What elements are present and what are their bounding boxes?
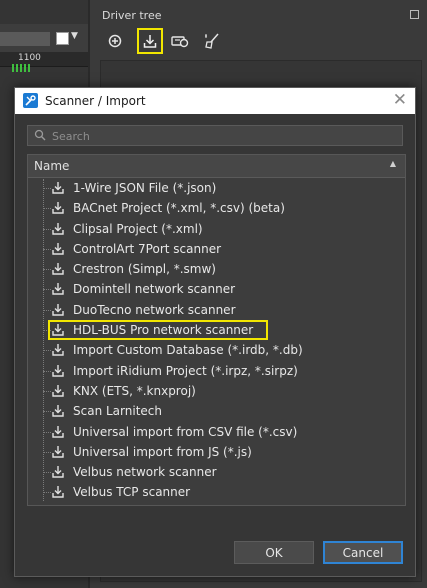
import-icon	[52, 343, 64, 359]
list-item-label: KNX (ETS, *.knxproj)	[73, 383, 196, 398]
list-item[interactable]: 1-Wire JSON File (*.json)	[28, 178, 405, 198]
device-button[interactable]	[167, 28, 193, 54]
import-icon	[52, 465, 64, 481]
column-header-label: Name	[34, 159, 70, 173]
ruler-label: 1100	[18, 53, 41, 63]
list-item[interactable]: Velbus TCP scanner	[28, 482, 405, 502]
tree-connector	[43, 208, 51, 210]
sort-ascending-icon: ▲	[389, 159, 396, 168]
tree-connector	[43, 492, 51, 494]
list-item-label: 1-Wire JSON File (*.json)	[73, 181, 217, 195]
import-icon	[52, 222, 64, 238]
clean-icon	[205, 33, 219, 49]
scanner-import-dialog: Scanner / Import ✕ Name ▲ 1-Wire JSON Fi…	[14, 87, 416, 577]
list-item[interactable]: Universal import from CSV file (*.csv)	[28, 422, 405, 442]
import-icon	[52, 181, 64, 197]
list-item[interactable]: Domintell network scanner	[28, 279, 405, 299]
list-items: 1-Wire JSON File (*.json) BACnet Project …	[28, 178, 405, 503]
import-button[interactable]	[137, 28, 163, 54]
import-icon	[143, 35, 157, 48]
tree-connector	[43, 289, 51, 291]
import-icon	[52, 282, 64, 298]
editor-toolbar-field[interactable]	[0, 32, 50, 46]
list-item[interactable]: Clipsal Project (*.xml)	[28, 219, 405, 239]
close-icon[interactable]: ✕	[393, 90, 407, 110]
color-swatch[interactable]	[56, 32, 69, 45]
tree-connector	[43, 431, 51, 433]
import-icon	[52, 404, 64, 420]
restore-icon[interactable]	[410, 10, 419, 19]
clean-button[interactable]	[199, 28, 225, 54]
tree-connector	[43, 188, 51, 189]
search-icon	[34, 129, 46, 141]
list-item[interactable]: ControlArt 7Port scanner	[28, 239, 405, 259]
tree-connector	[43, 451, 51, 453]
import-icon	[52, 384, 64, 400]
import-icon	[52, 425, 64, 441]
list-item-label: Import Custom Database (*.irdb, *.db)	[73, 343, 303, 358]
list-item-label: Scan Larnitech	[73, 404, 162, 419]
list-item[interactable]: KNX (ETS, *.knxproj)	[28, 381, 405, 401]
ok-button[interactable]: OK	[234, 541, 314, 564]
list-item-label: Crestron (Simpl, *.smw)	[73, 262, 216, 277]
tree-connector	[43, 309, 51, 311]
import-icon	[52, 303, 64, 319]
tree-connector	[43, 411, 51, 413]
import-icon	[52, 262, 64, 278]
import-icon	[52, 364, 64, 380]
tree-connector	[43, 390, 51, 392]
list-item[interactable]: Crestron (Simpl, *.smw)	[28, 259, 405, 279]
list-item-label: Import iRidium Project (*.irpz, *.sirpz)	[73, 363, 298, 378]
list-item[interactable]: Scan Larnitech	[28, 401, 405, 421]
import-icon	[52, 201, 64, 217]
list-item[interactable]: Universal import from JS (*.js)	[28, 442, 405, 462]
search-box[interactable]	[27, 125, 403, 146]
list-item[interactable]: Import Custom Database (*.irdb, *.db)	[28, 340, 405, 360]
ruler-marker	[12, 64, 32, 72]
list-item[interactable]: Velbus network scanner	[28, 462, 405, 482]
add-button[interactable]	[102, 28, 128, 54]
tree-connector	[43, 228, 51, 230]
list-item[interactable]: HDL-BUS Pro network scanner	[28, 320, 405, 341]
tree-connector	[43, 350, 51, 352]
list-item-label: Universal import from CSV file (*.csv)	[73, 424, 298, 439]
add-icon	[108, 34, 122, 48]
list-item-label: DuoTecno network scanner	[73, 302, 236, 317]
app-icon	[23, 93, 38, 108]
list-item[interactable]: DuoTecno network scanner	[28, 300, 405, 320]
list-item-label: Clipsal Project (*.xml)	[73, 221, 203, 236]
dialog-title: Scanner / Import	[45, 94, 146, 108]
cancel-button[interactable]: Cancel	[323, 541, 403, 564]
list-item-label: Domintell network scanner	[73, 282, 236, 297]
tree-connector	[43, 269, 51, 271]
list-item-label: ControlArt 7Port scanner	[73, 241, 222, 256]
column-header-name[interactable]: Name ▲	[28, 155, 405, 178]
list-item[interactable]: Import iRidium Project (*.irpz, *.sirpz)	[28, 361, 405, 381]
list-item-label: BACnet Project (*.xml, *.csv) (beta)	[73, 201, 285, 216]
dialog-titlebar[interactable]: Scanner / Import ✕	[15, 88, 415, 114]
tree-connector	[43, 248, 51, 250]
list-item-label: Velbus TCP scanner	[73, 485, 191, 500]
scanner-list: Name ▲ 1-Wire JSON File (*.json) BACnet P…	[27, 154, 406, 506]
device-icon	[171, 36, 189, 48]
editor-toolbar: ▼	[0, 24, 90, 52]
import-icon	[52, 485, 64, 501]
list-item-label: Universal import from JS (*.js)	[73, 444, 252, 459]
list-item[interactable]: BACnet Project (*.xml, *.csv) (beta)	[28, 198, 405, 218]
import-icon	[52, 242, 64, 258]
chevron-down-icon[interactable]: ▼	[71, 31, 78, 41]
list-item-label: Velbus network scanner	[73, 465, 217, 480]
tree-connector	[43, 472, 51, 474]
tree-connector	[43, 370, 51, 372]
panel-title: Driver tree	[102, 9, 162, 22]
search-input[interactable]	[50, 127, 394, 146]
import-icon	[52, 445, 64, 461]
highlight-frame	[48, 320, 268, 341]
